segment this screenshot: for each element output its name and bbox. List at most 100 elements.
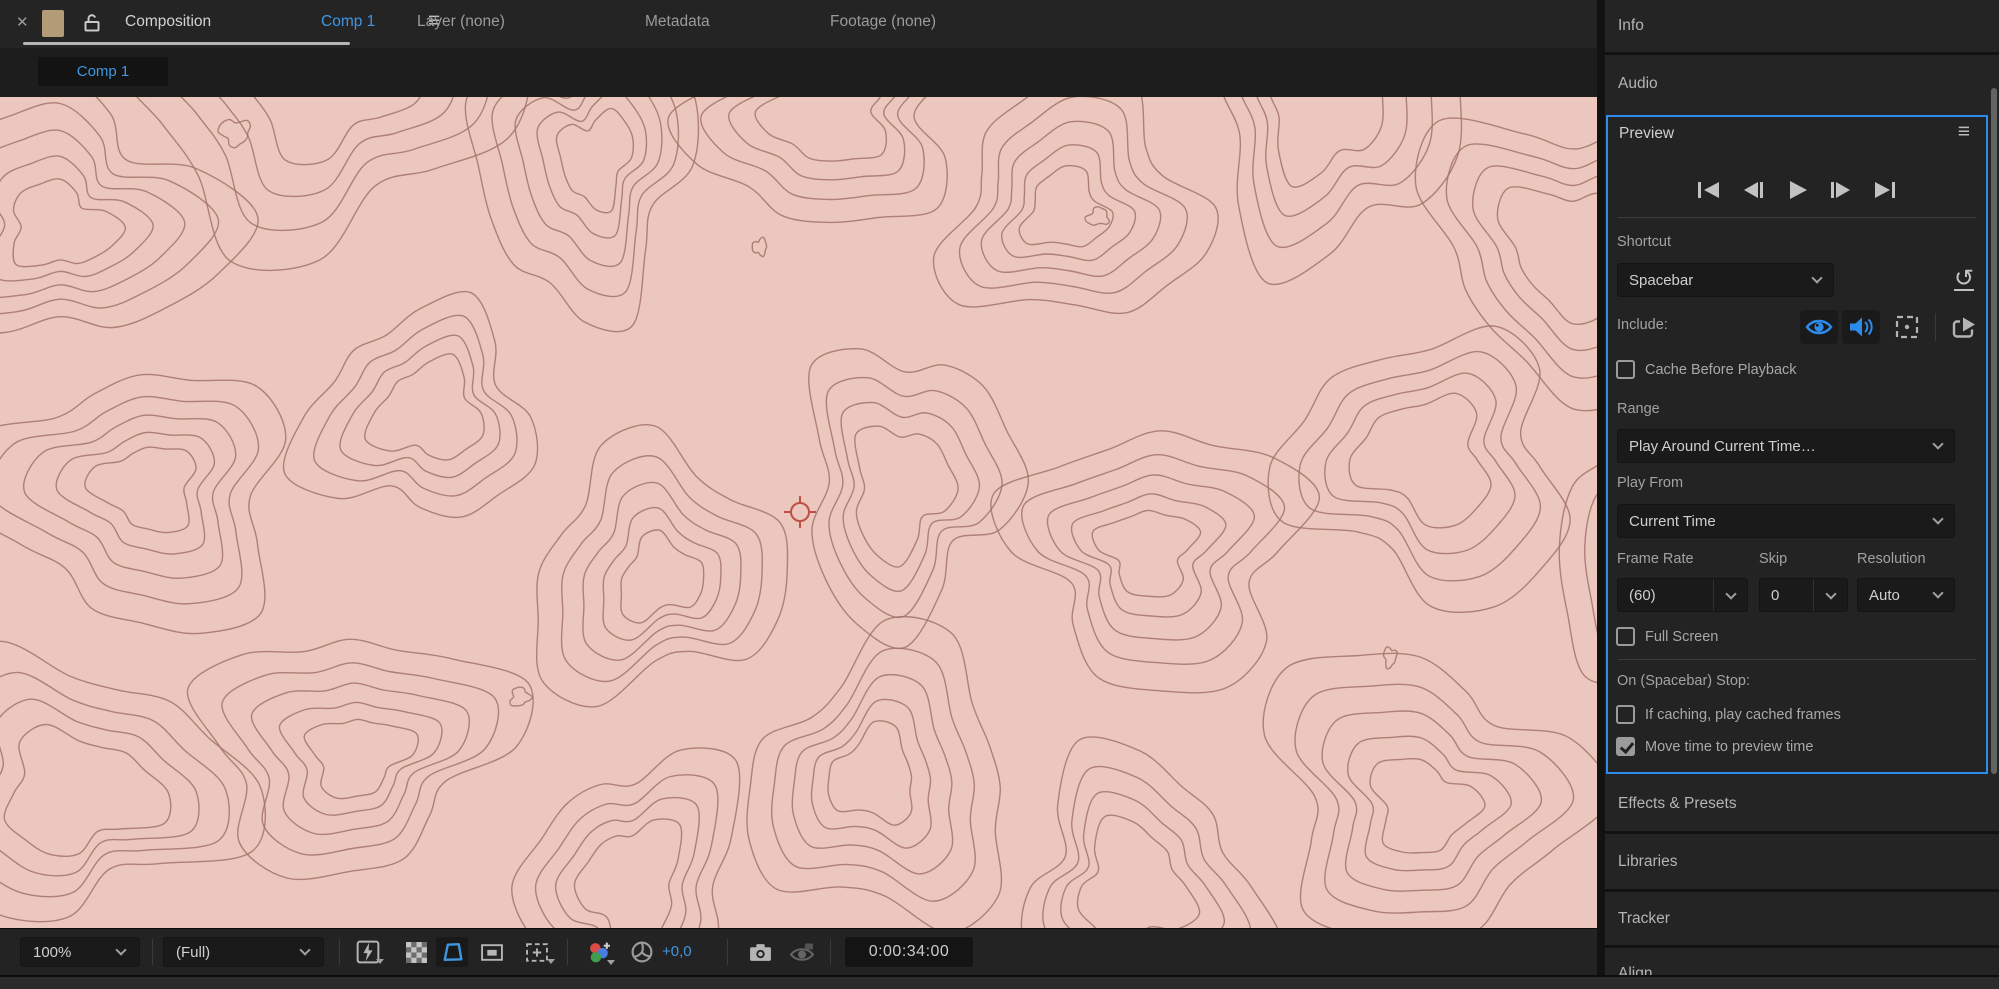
tab-composition-label[interactable]: Composition [125, 13, 211, 31]
viewer-tab-strip: Comp 1 [0, 48, 1597, 97]
timecode-value: 0:00:34:00 [868, 943, 950, 960]
skip-dropdown[interactable]: 0 [1759, 578, 1848, 612]
include-label: Include: [1617, 317, 1668, 333]
magnification-value: 100% [33, 943, 72, 961]
topographic-render [0, 97, 1597, 928]
panel-header-info[interactable]: Info [1605, 0, 1999, 52]
fast-previews-button[interactable] [352, 937, 384, 967]
eye-icon [1805, 319, 1833, 335]
tab-footage[interactable]: Footage (none) [830, 13, 936, 31]
play-from-label: Play From [1617, 475, 1684, 491]
current-time-display[interactable]: 0:00:34:00 [845, 937, 973, 967]
unlocked-lock-icon[interactable] [84, 13, 100, 37]
divider [1618, 217, 1976, 218]
frame-rate-dropdown[interactable]: (60) [1617, 578, 1748, 612]
chevron-down-icon [299, 944, 311, 956]
close-panel-icon[interactable]: ✕ [16, 13, 29, 31]
preview-panel-title[interactable]: Preview [1619, 125, 1674, 143]
resolution-dropdown[interactable]: (Full) [163, 937, 324, 967]
window-bottom-strip [0, 975, 1999, 989]
exposure-value[interactable]: +0,0 [662, 943, 692, 960]
tab-composition-comp-name[interactable]: Comp 1 [321, 13, 375, 31]
divider [1935, 313, 1936, 341]
stop-option-row[interactable]: Move time to preview time [1616, 737, 1813, 756]
range-value: Play Around Current Time… [1629, 437, 1816, 455]
shortcut-dropdown[interactable]: Spacebar [1617, 263, 1834, 297]
checkbox[interactable] [1616, 705, 1635, 724]
magnification-dropdown[interactable]: 100% [20, 937, 140, 967]
tab-metadata[interactable]: Metadata [645, 13, 710, 31]
region-of-interest-button[interactable] [476, 937, 508, 967]
panel-menu-icon[interactable]: ≡ [1958, 120, 1970, 144]
snapshot-button[interactable] [744, 937, 776, 967]
show-snapshot-button[interactable] [786, 937, 818, 967]
panel-divider[interactable] [1597, 0, 1605, 989]
chevron-down-icon [1932, 438, 1944, 450]
reset-button[interactable]: ↺ [1948, 265, 1980, 295]
frame-rate-value: (60) [1629, 586, 1656, 604]
dropdown-chevron-cell[interactable] [1713, 579, 1747, 611]
chevron-down-icon [1824, 587, 1837, 600]
composition-viewport[interactable] [0, 97, 1597, 928]
resolution-preview-dropdown[interactable]: Auto [1857, 578, 1955, 612]
play-from-dropdown[interactable]: Current Time [1617, 504, 1955, 538]
mask-visibility-button[interactable] [436, 937, 468, 967]
resolution-label: Resolution [1857, 551, 1926, 567]
scrollbar-thumb[interactable] [1991, 88, 1997, 774]
shortcut-value: Spacebar [1629, 271, 1694, 289]
chevron-down-icon [1811, 272, 1823, 284]
reset-icon: ↺ [1953, 265, 1975, 292]
grid-guides-button[interactable] [521, 937, 555, 967]
composition-panel: ✕ Composition Comp 1 ≡ Layer (none) Meta… [0, 0, 1597, 989]
checkbox-label: If caching, play cached frames [1645, 706, 1841, 723]
panel-label: Audio [1618, 74, 1658, 92]
resolution-value: (Full) [176, 943, 211, 961]
transport-controls [1608, 173, 1986, 207]
right-panel-column: Info Audio Preview ≡ Shortcut Spacebar ↺ [1605, 0, 1999, 989]
go-to-start-button[interactable] [1697, 180, 1721, 200]
range-dropdown[interactable]: Play Around Current Time… [1617, 429, 1955, 463]
panel-header-tracker[interactable]: Tracker [1605, 892, 1999, 945]
checkbox-label: Move time to preview time [1645, 738, 1814, 755]
panel-header-effects-presets[interactable]: Effects & Presets [1605, 777, 1999, 831]
include-overlays-button[interactable] [1892, 313, 1922, 341]
go-to-end-button[interactable] [1873, 180, 1897, 200]
checkbox[interactable] [1616, 737, 1635, 756]
play-button[interactable] [1785, 180, 1809, 200]
active-tab-indicator [23, 42, 350, 45]
panel-tab-bar: ✕ Composition Comp 1 ≡ Layer (none) Meta… [0, 0, 1597, 48]
include-audio-button[interactable] [1842, 310, 1880, 344]
share-out-button[interactable] [1948, 312, 1980, 342]
chevron-down-icon [607, 960, 615, 965]
viewer-tab-comp1[interactable]: Comp 1 [38, 57, 168, 86]
chevron-down-icon [1724, 587, 1737, 600]
tab-layer[interactable]: Layer (none) [417, 13, 505, 31]
play-from-value: Current Time [1629, 512, 1716, 530]
chevron-down-icon [547, 959, 555, 964]
checkbox[interactable] [1616, 360, 1635, 379]
cache-before-playback-row[interactable]: Cache Before Playback [1616, 360, 1797, 379]
exposure-button[interactable] [626, 937, 658, 967]
overlays-frame-icon [1895, 315, 1919, 339]
dropdown-chevron-cell[interactable] [1813, 579, 1847, 611]
chevron-down-icon [115, 944, 127, 956]
step-back-button[interactable] [1741, 180, 1765, 200]
chevron-down-icon [376, 959, 384, 964]
channels-button[interactable] [582, 937, 615, 967]
transparency-grid-button[interactable] [400, 937, 432, 967]
chevron-down-icon [1932, 587, 1944, 599]
after-effects-window: ✕ Composition Comp 1 ≡ Layer (none) Meta… [0, 0, 1999, 989]
include-video-button[interactable] [1800, 310, 1838, 344]
step-forward-button[interactable] [1829, 180, 1853, 200]
stop-option-row[interactable]: If caching, play cached frames [1616, 705, 1841, 724]
label-color-swatch[interactable] [42, 10, 64, 37]
panel-label: Effects & Presets [1618, 795, 1737, 812]
checkbox[interactable] [1616, 627, 1635, 646]
divider [152, 939, 153, 965]
panel-header-audio[interactable]: Audio [1605, 55, 1999, 112]
panel-label: Info [1618, 17, 1644, 34]
panel-header-libraries[interactable]: Libraries [1605, 834, 1999, 889]
range-label: Range [1617, 401, 1660, 417]
full-screen-row[interactable]: Full Screen [1616, 627, 1718, 646]
checkbox-label: Full Screen [1645, 628, 1719, 645]
